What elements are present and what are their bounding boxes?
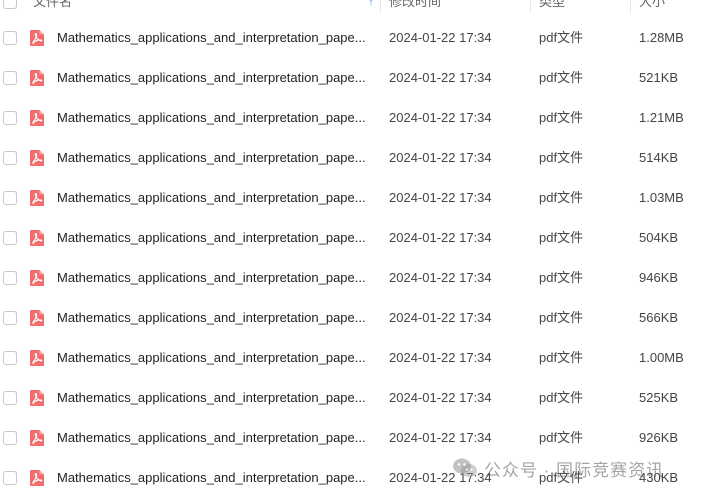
file-type: pdf文件 bbox=[539, 150, 584, 165]
file-size: 1.00MB bbox=[639, 350, 684, 365]
file-modified-time: 2024-01-22 17:34 bbox=[389, 230, 492, 245]
column-divider[interactable] bbox=[530, 0, 531, 13]
pdf-icon bbox=[30, 270, 44, 286]
row-checkbox[interactable] bbox=[3, 31, 17, 45]
table-row[interactable]: Mathematics_applications_and_interpretat… bbox=[0, 258, 716, 298]
file-size: 525KB bbox=[639, 390, 679, 405]
file-size: 514KB bbox=[639, 150, 679, 165]
row-checkbox[interactable] bbox=[3, 271, 17, 285]
file-type: pdf文件 bbox=[539, 70, 584, 85]
table-row[interactable]: Mathematics_applications_and_interpretat… bbox=[0, 378, 716, 418]
column-header-name[interactable]: 文件名 bbox=[33, 0, 72, 17]
file-type: pdf文件 bbox=[539, 390, 584, 405]
row-checkbox[interactable] bbox=[3, 151, 17, 165]
file-size: 1.03MB bbox=[639, 190, 684, 205]
table-row[interactable]: Mathematics_applications_and_interpretat… bbox=[0, 138, 716, 178]
file-size: 1.28MB bbox=[639, 30, 684, 45]
pdf-icon bbox=[30, 190, 44, 206]
file-name[interactable]: Mathematics_applications_and_interpretat… bbox=[57, 458, 369, 498]
row-checkbox[interactable] bbox=[3, 191, 17, 205]
column-header-modified[interactable]: 修改时间 bbox=[389, 0, 441, 17]
file-modified-time: 2024-01-22 17:34 bbox=[389, 270, 492, 285]
table-row[interactable]: Mathematics_applications_and_interpretat… bbox=[0, 178, 716, 218]
row-checkbox[interactable] bbox=[3, 311, 17, 325]
file-size: 926KB bbox=[639, 430, 679, 445]
table-row[interactable]: Mathematics_applications_and_interpretat… bbox=[0, 18, 716, 58]
file-type: pdf文件 bbox=[539, 470, 584, 485]
file-modified-time: 2024-01-22 17:34 bbox=[389, 110, 492, 125]
arrow-up-icon[interactable]: ↑ bbox=[366, 0, 376, 17]
column-header-type[interactable]: 类型 bbox=[539, 0, 565, 17]
row-checkbox[interactable] bbox=[3, 351, 17, 365]
pdf-icon bbox=[30, 110, 44, 126]
pdf-icon bbox=[30, 430, 44, 446]
file-name[interactable]: Mathematics_applications_and_interpretat… bbox=[57, 18, 369, 58]
table-row[interactable]: Mathematics_applications_and_interpretat… bbox=[0, 58, 716, 98]
row-checkbox[interactable] bbox=[3, 391, 17, 405]
column-header-size[interactable]: 大小 bbox=[639, 0, 665, 17]
file-modified-time: 2024-01-22 17:34 bbox=[389, 310, 492, 325]
file-name[interactable]: Mathematics_applications_and_interpretat… bbox=[57, 98, 369, 138]
table-row[interactable]: Mathematics_applications_and_interpretat… bbox=[0, 418, 716, 458]
table-row[interactable]: Mathematics_applications_and_interpretat… bbox=[0, 298, 716, 338]
file-size: 430KB bbox=[639, 470, 679, 485]
file-name[interactable]: Mathematics_applications_and_interpretat… bbox=[57, 58, 369, 98]
pdf-icon bbox=[30, 350, 44, 366]
row-checkbox[interactable] bbox=[3, 111, 17, 125]
file-name[interactable]: Mathematics_applications_and_interpretat… bbox=[57, 218, 369, 258]
file-modified-time: 2024-01-22 17:34 bbox=[389, 70, 492, 85]
pdf-icon bbox=[30, 150, 44, 166]
file-type: pdf文件 bbox=[539, 350, 584, 365]
column-divider[interactable] bbox=[380, 0, 381, 13]
pdf-icon bbox=[30, 30, 44, 46]
file-name[interactable]: Mathematics_applications_and_interpretat… bbox=[57, 298, 369, 338]
file-name[interactable]: Mathematics_applications_and_interpretat… bbox=[57, 258, 369, 298]
file-size: 1.21MB bbox=[639, 110, 684, 125]
pdf-icon bbox=[30, 230, 44, 246]
column-header-row: 文件名 ↑ 修改时间 类型 大小 bbox=[0, 0, 716, 17]
file-list: 文件名 ↑ 修改时间 类型 大小 Mathematics_application… bbox=[0, 0, 716, 499]
file-name[interactable]: Mathematics_applications_and_interpretat… bbox=[57, 418, 369, 458]
file-size: 566KB bbox=[639, 310, 679, 325]
pdf-icon bbox=[30, 470, 44, 486]
file-type: pdf文件 bbox=[539, 310, 584, 325]
file-type: pdf文件 bbox=[539, 110, 584, 125]
file-type: pdf文件 bbox=[539, 430, 584, 445]
table-row[interactable]: Mathematics_applications_and_interpretat… bbox=[0, 458, 716, 498]
file-type: pdf文件 bbox=[539, 270, 584, 285]
row-checkbox[interactable] bbox=[3, 231, 17, 245]
file-modified-time: 2024-01-22 17:34 bbox=[389, 30, 492, 45]
pdf-icon bbox=[30, 390, 44, 406]
file-name[interactable]: Mathematics_applications_and_interpretat… bbox=[57, 178, 369, 218]
file-modified-time: 2024-01-22 17:34 bbox=[389, 390, 492, 405]
file-size: 521KB bbox=[639, 70, 679, 85]
file-modified-time: 2024-01-22 17:34 bbox=[389, 470, 492, 485]
file-type: pdf文件 bbox=[539, 230, 584, 245]
column-divider[interactable] bbox=[630, 0, 631, 13]
row-checkbox[interactable] bbox=[3, 431, 17, 445]
file-name[interactable]: Mathematics_applications_and_interpretat… bbox=[57, 138, 369, 178]
row-checkbox[interactable] bbox=[3, 71, 17, 85]
file-type: pdf文件 bbox=[539, 30, 584, 45]
file-type: pdf文件 bbox=[539, 190, 584, 205]
file-rows: Mathematics_applications_and_interpretat… bbox=[0, 18, 716, 498]
row-checkbox[interactable] bbox=[3, 471, 17, 485]
table-row[interactable]: Mathematics_applications_and_interpretat… bbox=[0, 98, 716, 138]
select-all-checkbox[interactable] bbox=[3, 0, 17, 9]
file-size: 504KB bbox=[639, 230, 679, 245]
file-modified-time: 2024-01-22 17:34 bbox=[389, 430, 492, 445]
pdf-icon bbox=[30, 310, 44, 326]
file-name[interactable]: Mathematics_applications_and_interpretat… bbox=[57, 378, 369, 418]
file-modified-time: 2024-01-22 17:34 bbox=[389, 190, 492, 205]
table-row[interactable]: Mathematics_applications_and_interpretat… bbox=[0, 338, 716, 378]
file-name[interactable]: Mathematics_applications_and_interpretat… bbox=[57, 338, 369, 378]
pdf-icon bbox=[30, 70, 44, 86]
file-size: 946KB bbox=[639, 270, 679, 285]
table-row[interactable]: Mathematics_applications_and_interpretat… bbox=[0, 218, 716, 258]
file-modified-time: 2024-01-22 17:34 bbox=[389, 350, 492, 365]
file-modified-time: 2024-01-22 17:34 bbox=[389, 150, 492, 165]
